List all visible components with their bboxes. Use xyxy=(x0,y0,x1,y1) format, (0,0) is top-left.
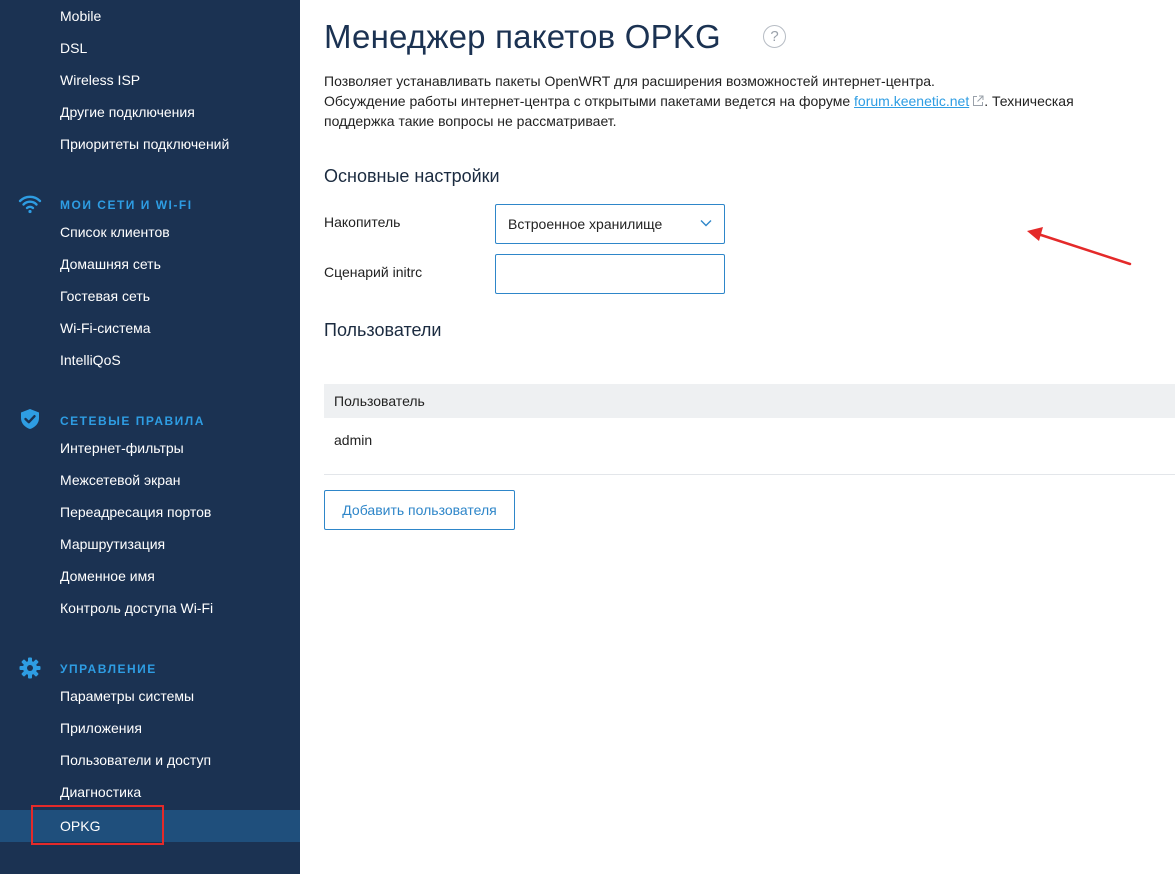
main-content: Менеджер пакетов OPKG ? Позволяет устана… xyxy=(300,0,1175,874)
shield-check-icon xyxy=(21,409,39,429)
sidebar-item-home-network[interactable]: Домашняя сеть xyxy=(0,248,300,280)
sidebar-item-applications[interactable]: Приложения xyxy=(0,712,300,744)
settings-heading: Основные настройки xyxy=(324,166,500,186)
initrc-input[interactable] xyxy=(495,254,725,294)
sidebar-item-label: IntelliQoS xyxy=(60,352,121,368)
sidebar-item-label: Маршрутизация xyxy=(60,536,166,552)
section-title-management: УПРАВЛЕНИЕ xyxy=(60,662,157,676)
column-header-user: Пользователь xyxy=(334,393,425,409)
sidebar-item-system-settings[interactable]: Параметры системы xyxy=(0,680,300,712)
sidebar-item-label: Диагностика xyxy=(60,784,142,800)
sidebar-item-guest-network[interactable]: Гостевая сеть xyxy=(0,280,300,312)
sidebar-item-domain-name[interactable]: Доменное имя xyxy=(0,560,300,592)
section-title-my-networks: МОИ СЕТИ И WI-FI xyxy=(60,198,193,212)
storage-select[interactable]: Встроенное хранилище xyxy=(495,204,725,244)
sidebar-item-firewall[interactable]: Межсетевой экран xyxy=(0,464,300,496)
storage-select-value: Встроенное хранилище xyxy=(508,216,663,232)
sidebar-item-label: Wireless ISP xyxy=(60,72,141,88)
sidebar-item-intelliqos[interactable]: IntelliQoS xyxy=(0,344,300,376)
annotation-highlight-box xyxy=(31,805,164,845)
sidebar-item-diagnostics[interactable]: Диагностика xyxy=(0,776,300,808)
sidebar-item-wireless-isp[interactable]: Wireless ISP xyxy=(0,64,300,96)
description-text: . Техническая xyxy=(984,93,1074,109)
sidebar-item-connection-priorities[interactable]: Приоритеты подключений xyxy=(0,128,300,160)
description-line-2: Обсуждение работы интернет-центра с откр… xyxy=(324,91,1074,111)
sidebar-item-label: Другие подключения xyxy=(60,104,195,120)
sidebar-item-label: Доменное имя xyxy=(60,568,155,584)
user-name: admin xyxy=(334,432,373,448)
sidebar: Mobile DSL Wireless ISP Другие подключен… xyxy=(0,0,300,874)
sidebar-item-label: Mobile xyxy=(60,8,102,24)
sidebar-item-wifi-access-control[interactable]: Контроль доступа Wi-Fi xyxy=(0,592,300,624)
sidebar-item-users-and-access[interactable]: Пользователи и доступ xyxy=(0,744,300,776)
help-icon[interactable]: ? xyxy=(763,25,786,48)
sidebar-item-dsl[interactable]: DSL xyxy=(0,32,300,64)
sidebar-item-label: Переадресация портов xyxy=(60,504,212,520)
storage-label: Накопитель xyxy=(324,214,401,230)
initrc-label: Сценарий initrc xyxy=(324,264,423,280)
forum-link[interactable]: forum.keenetic.net xyxy=(854,93,969,109)
wifi-icon xyxy=(18,195,42,214)
sidebar-item-label: Интернет-фильтры xyxy=(60,440,184,456)
sidebar-item-other-connections[interactable]: Другие подключения xyxy=(0,96,300,128)
sidebar-item-label: Домашняя сеть xyxy=(60,256,161,272)
sidebar-item-client-list[interactable]: Список клиентов xyxy=(0,216,300,248)
external-link-icon xyxy=(973,95,984,106)
chevron-down-icon xyxy=(700,220,712,227)
sidebar-item-label: Список клиентов xyxy=(60,224,170,240)
description-line-1: Позволяет устанавливать пакеты OpenWRT д… xyxy=(324,73,935,89)
sidebar-item-port-forwarding[interactable]: Переадресация портов xyxy=(0,496,300,528)
sidebar-item-label: Параметры системы xyxy=(60,688,195,704)
page-title: Менеджер пакетов OPKG xyxy=(324,18,721,55)
sidebar-item-label: Wi-Fi-система xyxy=(60,320,151,336)
users-heading: Пользователи xyxy=(324,320,442,340)
add-user-button[interactable]: Добавить пользователя xyxy=(324,490,515,530)
sidebar-item-label: DSL xyxy=(60,40,88,56)
users-table-header: Пользователь xyxy=(324,384,1175,418)
sidebar-item-internet-filters[interactable]: Интернет-фильтры xyxy=(0,432,300,464)
annotation-arrow xyxy=(1027,227,1132,266)
table-row[interactable]: admin xyxy=(324,418,1175,475)
section-title-network-rules: СЕТЕВЫЕ ПРАВИЛА xyxy=(60,414,205,428)
sidebar-item-label: Пользователи и доступ xyxy=(60,752,212,768)
sidebar-item-label: Контроль доступа Wi-Fi xyxy=(60,600,214,616)
sidebar-item-mobile[interactable]: Mobile xyxy=(0,0,300,32)
sidebar-item-wifi-system[interactable]: Wi-Fi-система xyxy=(0,312,300,344)
sidebar-item-routing[interactable]: Маршрутизация xyxy=(0,528,300,560)
description-text: Обсуждение работы интернет-центра с откр… xyxy=(324,93,855,109)
sidebar-item-label: Гостевая сеть xyxy=(60,288,151,304)
sidebar-item-label: Приоритеты подключений xyxy=(60,136,230,152)
sidebar-item-label: Приложения xyxy=(60,720,142,736)
description-line-3: поддержка такие вопросы не рассматривает… xyxy=(324,113,617,129)
gear-icon xyxy=(19,657,41,679)
sidebar-item-label: Межсетевой экран xyxy=(60,472,181,488)
